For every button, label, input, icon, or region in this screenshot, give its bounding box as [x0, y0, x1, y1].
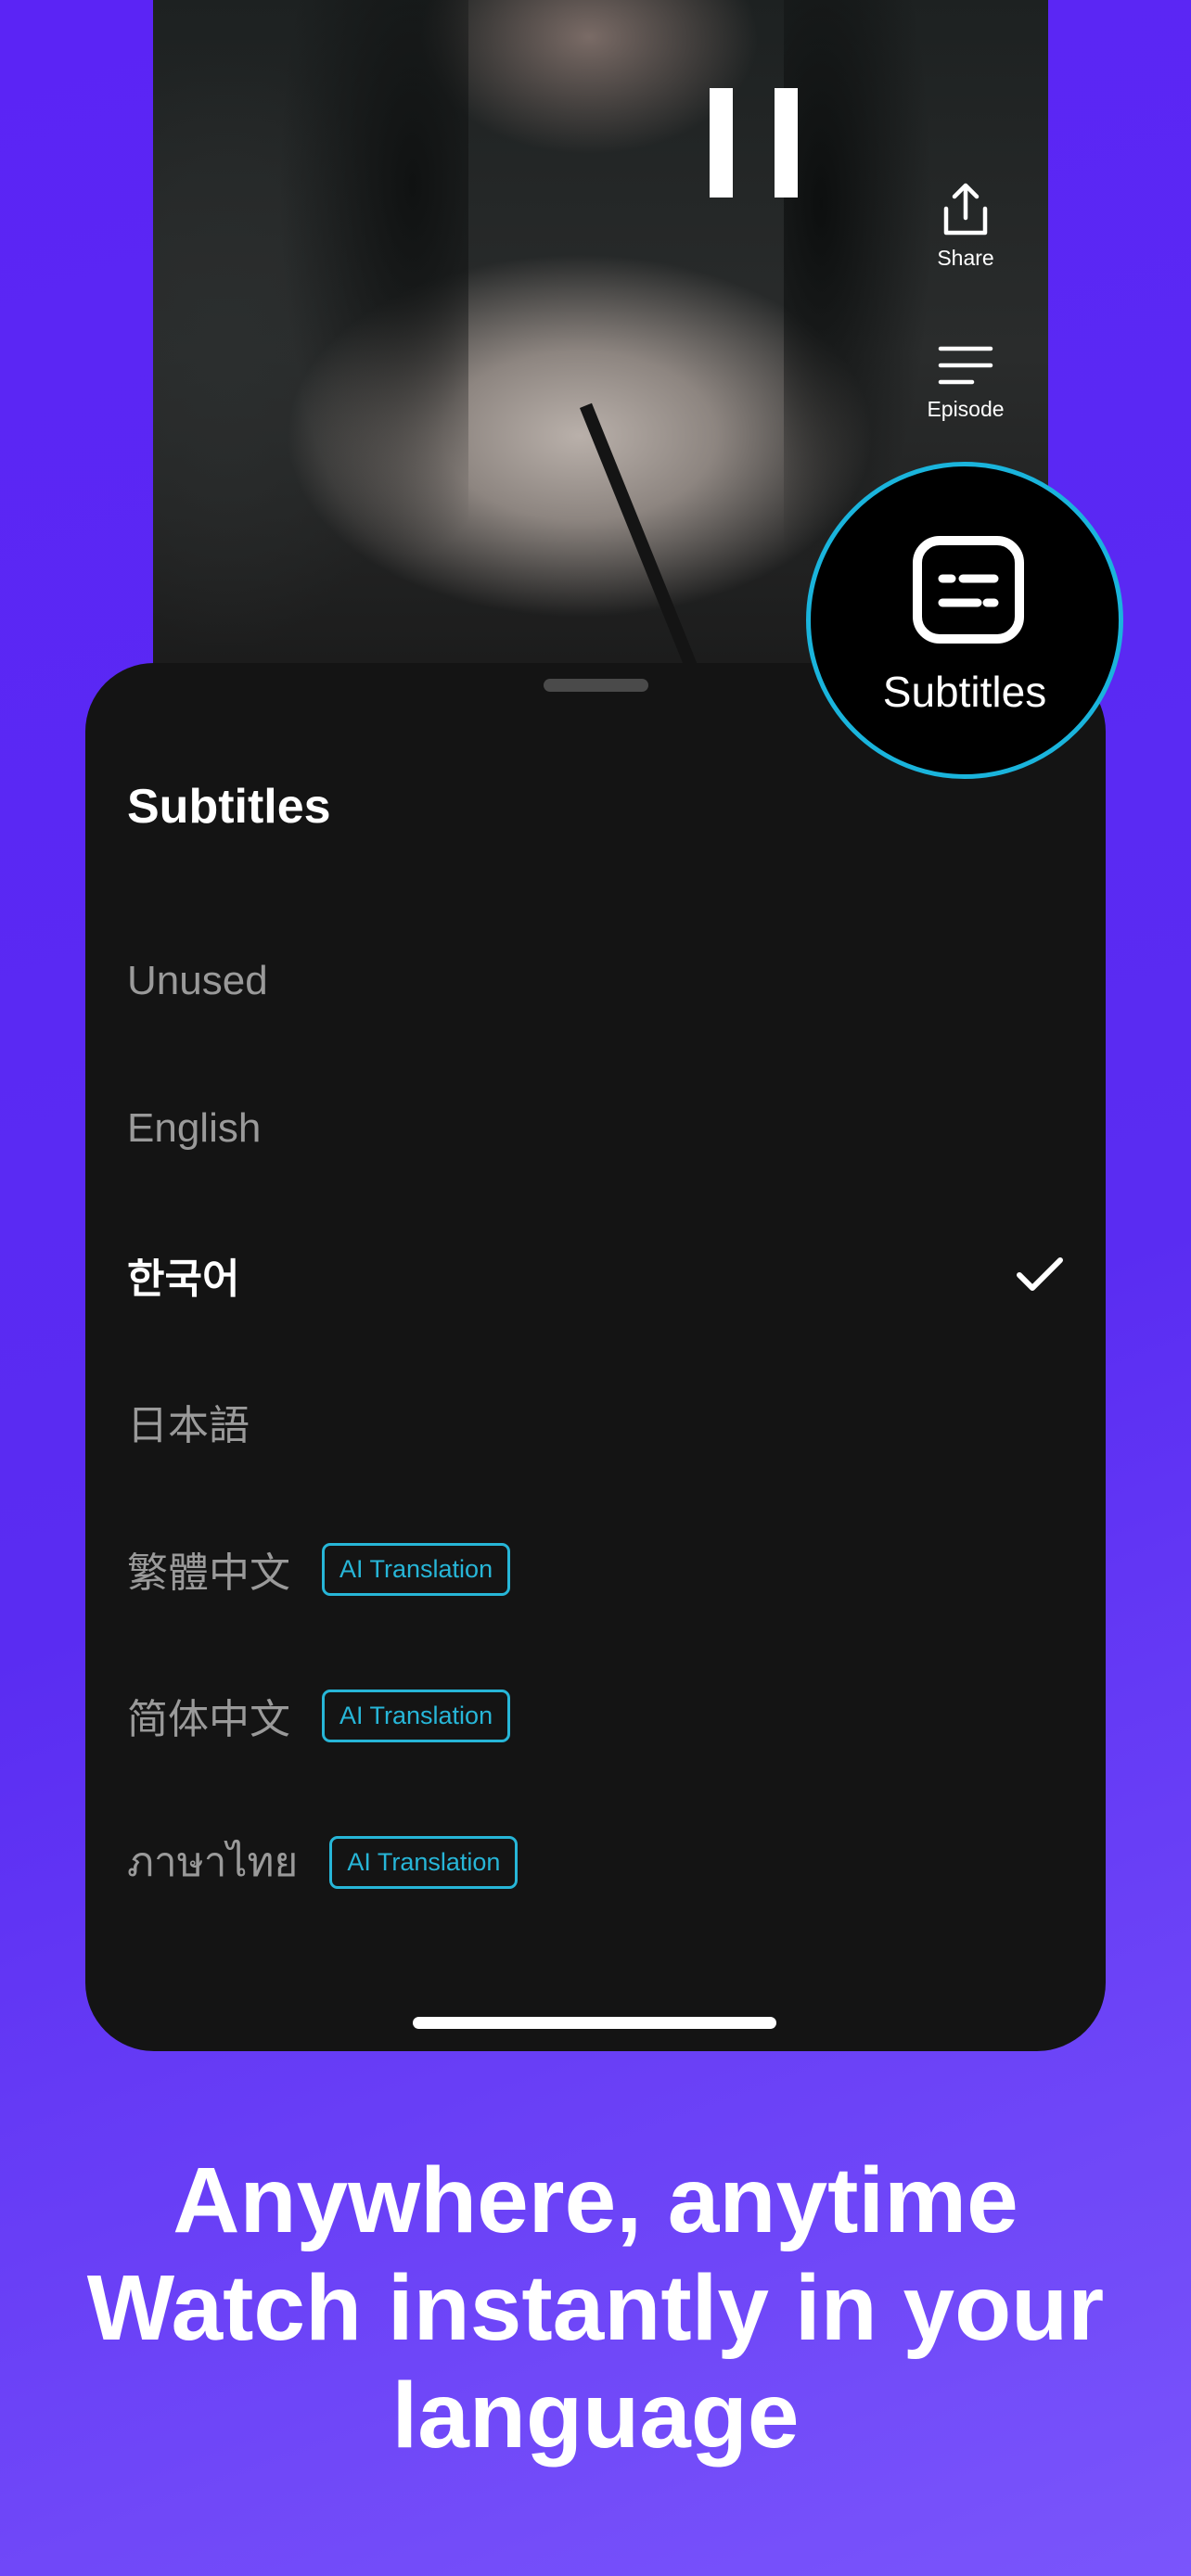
subtitle-option-label: 한국어	[127, 1256, 240, 1302]
marketing-headline: Anywhere, anytime Watch instantly in you…	[0, 2147, 1191, 2469]
video-frame-shade-left	[153, 0, 468, 705]
subtitle-option-label: 日本語	[127, 1403, 250, 1448]
pause-icon[interactable]	[710, 88, 798, 198]
video-frame-detail	[580, 402, 703, 683]
subtitle-option-label: 繁體中文	[127, 1550, 290, 1596]
headline-line-3: language	[391, 2364, 800, 2468]
subtitles-icon	[913, 536, 1024, 644]
subtitle-option-simplified-chinese[interactable]: 简体中文 AI Translation	[127, 1678, 1064, 1753]
subtitle-option-korean[interactable]: 한국어	[127, 1238, 1064, 1312]
headline-line-1: Anywhere, anytime	[173, 2149, 1018, 2252]
subtitle-option-label: 简体中文	[127, 1697, 290, 1742]
sheet-grabber[interactable]	[544, 679, 648, 692]
share-icon	[943, 183, 988, 236]
home-indicator[interactable]	[413, 2017, 776, 2029]
subtitle-option-english[interactable]: English	[127, 1091, 1064, 1166]
episode-label: Episode	[927, 397, 1005, 421]
subtitle-option-thai[interactable]: ภาษาไทย AI Translation	[127, 1825, 1064, 1899]
episode-list-icon	[938, 346, 993, 385]
episode-button[interactable]: Episode	[901, 343, 1031, 422]
share-label: Share	[937, 246, 994, 270]
subtitles-button-callout[interactable]: Subtitles	[806, 462, 1123, 779]
subtitle-option-label: ภาษาไทย	[127, 1840, 299, 1885]
headline-line-2: Watch instantly in your	[86, 2256, 1105, 2360]
ai-translation-badge: AI Translation	[322, 1542, 511, 1596]
subtitle-option-unused[interactable]: Unused	[127, 944, 1064, 1018]
subtitles-sheet: Subtitles Unused English 한국어 日本語 繁體中文 AI…	[85, 663, 1106, 2051]
checkmark-icon	[1017, 1257, 1063, 1291]
ai-translation-badge: AI Translation	[329, 1835, 519, 1889]
subtitle-option-label: Unused	[127, 958, 268, 1003]
sheet-title: Subtitles	[127, 780, 331, 834]
subtitle-option-label: English	[127, 1105, 262, 1151]
subtitle-option-traditional-chinese[interactable]: 繁體中文 AI Translation	[127, 1532, 1064, 1606]
subtitles-callout-label: Subtitles	[882, 668, 1047, 716]
ai-translation-badge: AI Translation	[322, 1689, 511, 1742]
subtitle-option-japanese[interactable]: 日本語	[127, 1384, 1064, 1459]
share-button[interactable]: Share	[901, 181, 1031, 271]
